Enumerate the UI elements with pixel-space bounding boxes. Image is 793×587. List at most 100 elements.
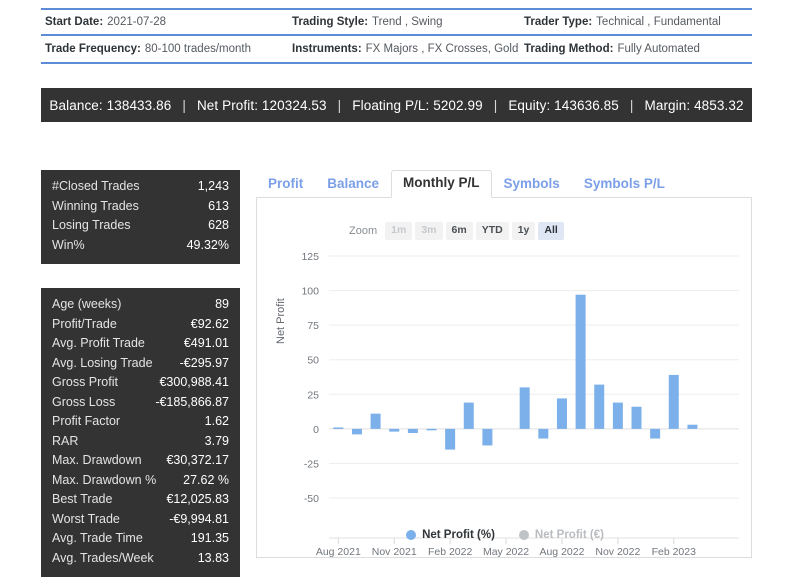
stat-key: Profit Factor: [52, 412, 120, 432]
stat-key: Win%: [52, 236, 85, 256]
summary-item-label: Balance:: [49, 98, 102, 113]
bar[interactable]: [445, 429, 455, 450]
chart-legend: Net Profit (%) Net Profit (€): [257, 529, 753, 541]
stat-key: Avg. Losing Trade: [52, 354, 153, 374]
bar[interactable]: [464, 403, 474, 429]
summary-item-value: 120324.53: [258, 98, 327, 113]
stat-value: 1,243: [198, 177, 229, 197]
x-tick-label: Feb 2023: [652, 546, 697, 558]
stat-row: Winning Trades613: [52, 197, 229, 217]
y-tick-label: 100: [301, 286, 319, 298]
chart-card: Zoom1m3m6mYTD1yAll Net Profit 1251007550…: [256, 198, 752, 558]
summary-item: Floating P/L: 5202.99: [352, 98, 482, 113]
stat-row: Avg. Profit Trade €491.01: [52, 334, 229, 354]
summary-separator: |: [338, 98, 342, 113]
legend-item[interactable]: Net Profit (%): [406, 529, 495, 541]
stat-key: Avg. Profit Trade: [52, 334, 145, 354]
summary-item-label: Margin:: [645, 98, 691, 113]
tab-symbols-p-l[interactable]: Symbols P/L: [572, 171, 677, 198]
summary-item-label: Net Profit:: [197, 98, 258, 113]
stat-value: 628: [208, 216, 229, 236]
stat-row: Profit Factor 1.62: [52, 412, 229, 432]
stat-value: €300,988.41: [159, 373, 229, 393]
stat-value: 613: [208, 197, 229, 217]
summary-item-value: 138433.86: [103, 98, 172, 113]
stat-row: Win% 49.32%: [52, 236, 229, 256]
tab-symbols[interactable]: Symbols: [492, 171, 572, 198]
x-tick-label: Aug 2021: [316, 546, 361, 558]
summary-item: Margin: 4853.32: [645, 98, 744, 113]
info-value: 2021-07-28: [107, 16, 166, 28]
bar[interactable]: [632, 407, 642, 429]
y-tick-label: 75: [307, 320, 319, 332]
summary-item-value: 5202.99: [429, 98, 482, 113]
stat-value: 1.62: [205, 412, 229, 432]
bar[interactable]: [520, 387, 530, 428]
stat-key: Worst Trade: [52, 510, 120, 530]
info-cell: Trader Type:Technical , Fundamental: [520, 8, 752, 36]
bar[interactable]: [650, 429, 660, 439]
legend-label: Net Profit (%): [422, 529, 495, 541]
stat-key: Max. Drawdown: [52, 451, 142, 471]
bar[interactable]: [482, 429, 492, 446]
bar[interactable]: [613, 403, 623, 429]
monthly-pl-chart-svg: 1251007550250-25-50Aug 2021Nov 2021Feb 2…: [257, 198, 753, 558]
bar[interactable]: [333, 427, 343, 429]
bar[interactable]: [576, 295, 586, 429]
bar[interactable]: [408, 429, 418, 433]
info-label: Trade Frequency:: [45, 43, 141, 55]
trading-stats-page: Start Date:2021-07-28Trading Style:Trend…: [0, 0, 793, 587]
stat-key: Gross Loss: [52, 393, 115, 413]
chart-tabs: ProfitBalanceMonthly P/LSymbolsSymbols P…: [256, 170, 752, 198]
tab-profit[interactable]: Profit: [256, 171, 315, 198]
bar[interactable]: [389, 429, 399, 432]
bar[interactable]: [669, 375, 679, 429]
bar[interactable]: [538, 429, 548, 439]
stat-row: Max. Drawdown €30,372.17: [52, 451, 229, 471]
legend-marker-icon: [406, 530, 416, 540]
info-cell: Instruments:FX Majors , FX Crosses, Gold: [288, 36, 520, 64]
bar[interactable]: [371, 414, 381, 429]
stat-row: Profit/Trade €92.62: [52, 315, 229, 335]
stat-value: 13.83: [198, 549, 229, 569]
summary-item-label: Equity:: [508, 98, 550, 113]
stat-value: 89: [215, 295, 229, 315]
account-summary-bar: Balance: 138433.86 | Net Profit: 120324.53…: [41, 88, 752, 122]
legend-label: Net Profit (€): [535, 529, 604, 541]
tab-monthly-p-l[interactable]: Monthly P/L: [391, 170, 492, 198]
bar[interactable]: [352, 429, 362, 435]
info-cell: Trade Frequency: 80-100 trades/month: [41, 36, 288, 64]
x-tick-label: Feb 2022: [428, 546, 473, 558]
bar[interactable]: [427, 429, 437, 431]
stat-value: 49.32%: [187, 236, 229, 256]
y-tick-label: -50: [304, 493, 319, 505]
stat-row: Losing Trades 628: [52, 216, 229, 236]
stat-row: Worst Trade-€9,994.81: [52, 510, 229, 530]
bar[interactable]: [594, 385, 604, 429]
info-label: Trading Method:: [524, 43, 613, 55]
stat-value: €92.62: [191, 315, 229, 335]
stat-value: €30,372.17: [166, 451, 229, 471]
bar[interactable]: [557, 398, 567, 428]
tab-balance[interactable]: Balance: [315, 171, 391, 198]
stat-key: Max. Drawdown %: [52, 471, 156, 491]
stat-value: €491.01: [184, 334, 229, 354]
y-tick-label: 125: [301, 251, 319, 263]
trade-counts-panel: #Closed Trades1,243Winning Trades613Losi…: [41, 170, 240, 264]
stat-key: RAR: [52, 432, 78, 452]
stat-key: Profit/Trade: [52, 315, 117, 335]
stat-row: Gross Profit€300,988.41: [52, 373, 229, 393]
stat-key: Losing Trades: [52, 216, 131, 236]
account-info-table: Start Date:2021-07-28Trading Style:Trend…: [41, 8, 752, 64]
stat-row: Avg. Trade Time191.35: [52, 529, 229, 549]
x-tick-label: Nov 2022: [595, 546, 640, 558]
summary-item-value: 143636.85: [550, 98, 619, 113]
summary-separator: |: [182, 98, 186, 113]
bar[interactable]: [687, 425, 697, 429]
stat-row: RAR3.79: [52, 432, 229, 452]
info-value: 80-100 trades/month: [145, 43, 251, 55]
y-tick-label: 25: [307, 389, 319, 401]
performance-metrics-panel: Age (weeks)89Profit/Trade€92.62Avg. Prof…: [41, 288, 240, 577]
stat-row: Max. Drawdown %27.62 %: [52, 471, 229, 491]
legend-item[interactable]: Net Profit (€): [519, 529, 604, 541]
